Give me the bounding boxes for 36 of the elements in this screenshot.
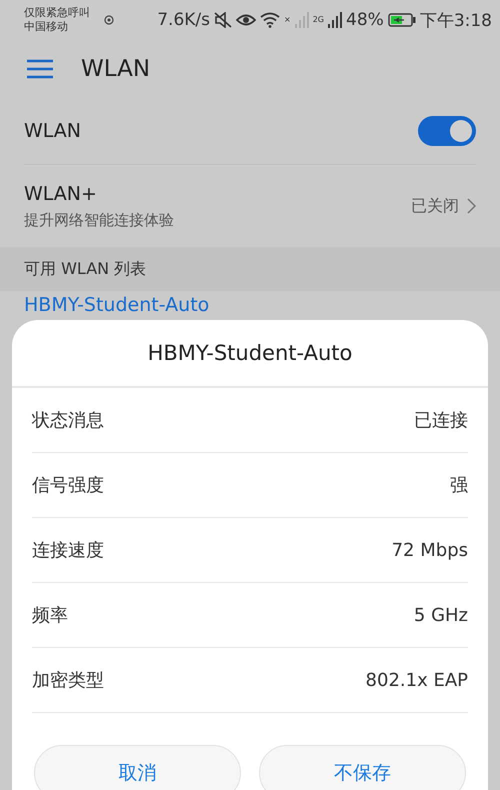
dialog-button[interactable]: 取消: [34, 745, 241, 790]
signal-icon: [328, 12, 342, 28]
info-label: 连接速度: [32, 539, 104, 562]
network-type: 2G: [312, 14, 324, 24]
battery-icon: [388, 13, 416, 27]
info-value: 5 GHz: [414, 604, 468, 626]
menu-icon[interactable]: [27, 59, 53, 79]
section-title: 可用 WLAN 列表: [24, 258, 146, 280]
info-value: 802.1x EAP: [366, 670, 468, 690]
dialog-title: HBMY-Student-Auto: [12, 320, 488, 388]
info-label: 状态消息: [32, 409, 104, 432]
setting-label: WLAN: [24, 120, 82, 142]
info-label: 信号强度: [32, 474, 104, 497]
clock: 下午3:18: [420, 10, 492, 32]
setting-label: WLAN+: [24, 182, 97, 204]
network-name[interactable]: HBMY-Student-Auto: [24, 294, 210, 316]
chevron-right-icon: [467, 198, 476, 214]
info-value: 已连接: [414, 409, 468, 432]
dialog-button[interactable]: 不保存: [259, 745, 466, 790]
eye-icon: [236, 13, 256, 27]
setting-description: 提升网络智能连接体验: [24, 210, 174, 230]
setting-value: 已关闭: [411, 196, 459, 216]
info-label: 加密类型: [32, 669, 104, 692]
battery-percent: 48%: [346, 10, 384, 30]
mute-icon: [214, 12, 232, 28]
network-speed: 7.6K/s: [157, 10, 210, 30]
info-value: 强: [450, 474, 468, 497]
info-value: 72 Mbps: [392, 540, 468, 560]
toggle-switch[interactable]: [418, 116, 476, 146]
wifi-icon: [260, 12, 280, 28]
info-label: 频率: [32, 604, 68, 627]
signal-icon: [294, 12, 309, 28]
carrier-text: 仅限紧急呼叫: [24, 6, 90, 20]
carrier-text: 中国移动: [24, 20, 69, 34]
sim-mark: ×: [284, 14, 291, 24]
page-title: WLAN: [81, 56, 150, 82]
